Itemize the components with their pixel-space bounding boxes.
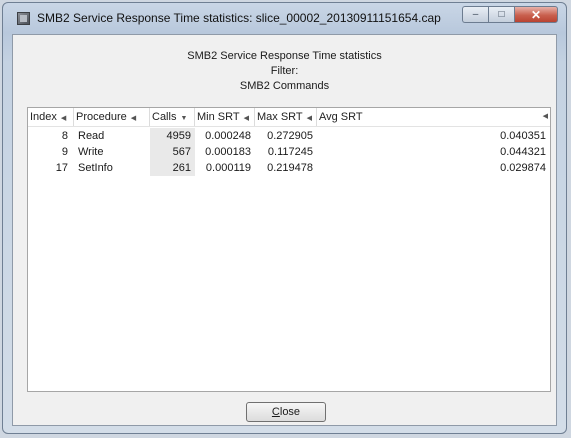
window-title: SMB2 Service Response Time statistics: s… [37, 11, 441, 25]
minimize-button[interactable]: – [462, 6, 488, 23]
close-button[interactable]: Close [246, 402, 326, 422]
table-row[interactable]: 17 SetInfo 261 0.000119 0.219478 0.02987… [28, 160, 550, 176]
table-header: Index ◀ Procedure ◀ Calls ▼ Min SRT ◀ Max SR… [28, 108, 550, 127]
stats-header: SMB2 Service Response Time statistics Fi… [13, 49, 556, 94]
column-header-max-srt[interactable]: Max SRT ◀ [255, 108, 317, 126]
filter-label: Filter: [270, 65, 299, 77]
cell-max-srt: 0.272905 [267, 130, 313, 142]
close-button-label: lose [279, 406, 301, 418]
table-row[interactable]: 8 Read 4959 0.000248 0.272905 0.040351 [28, 128, 550, 144]
sort-arrow-icon: ◀ [243, 115, 249, 122]
cell-index: 9 [61, 146, 68, 158]
cell-min-srt: 0.000119 [205, 162, 251, 174]
maximize-icon: □ [498, 9, 505, 20]
window-controls: – □ ✕ [462, 6, 558, 23]
cell-avg-srt: 0.029874 [500, 162, 546, 174]
cell-max-srt: 0.117245 [267, 146, 313, 158]
close-window-button[interactable]: ✕ [514, 6, 558, 23]
cell-avg-srt: 0.040351 [500, 130, 546, 142]
stats-title: SMB2 Service Response Time statistics [187, 50, 382, 62]
column-header-avg-srt[interactable]: Avg SRT ◀ [317, 108, 550, 126]
cell-calls: 261 [150, 160, 195, 176]
column-header-calls[interactable]: Calls ▼ [150, 108, 195, 126]
dialog-content: SMB2 Service Response Time statistics Fi… [12, 34, 557, 426]
sort-arrow-icon: ◀ [306, 115, 313, 122]
title-bar[interactable]: SMB2 Service Response Time statistics: s… [3, 3, 566, 33]
column-header-procedure[interactable]: Procedure ◀ [74, 108, 150, 126]
close-icon: ✕ [530, 7, 542, 22]
commands-label: SMB2 Commands [239, 80, 330, 92]
cell-procedure: Write [78, 146, 104, 158]
cell-avg-srt: 0.044321 [500, 146, 546, 158]
cell-procedure: SetInfo [78, 162, 113, 174]
cell-min-srt: 0.000183 [205, 146, 251, 158]
column-header-index[interactable]: Index ◀ [28, 108, 74, 126]
cell-calls: 4959 [150, 128, 195, 144]
close-button-mnemonic: C [271, 406, 280, 418]
sort-desc-icon: ▼ [180, 115, 188, 122]
cell-min-srt: 0.000248 [205, 130, 251, 142]
cell-max-srt: 0.219478 [267, 162, 313, 174]
sort-arrow-icon: ◀ [130, 115, 137, 122]
app-icon [17, 12, 30, 25]
srt-table[interactable]: Index ◀ Procedure ◀ Calls ▼ Min SRT ◀ Max SR… [27, 107, 551, 392]
minimize-icon: – [472, 9, 479, 20]
cell-index: 8 [61, 130, 68, 142]
cell-index: 17 [55, 162, 68, 174]
cell-procedure: Read [78, 130, 105, 142]
sort-arrow-icon: ◀ [60, 115, 67, 122]
dialog-window: SMB2 Service Response Time statistics: s… [2, 2, 567, 434]
maximize-button[interactable]: □ [488, 6, 514, 23]
cell-calls: 567 [150, 144, 195, 160]
column-header-min-srt[interactable]: Min SRT ◀ [195, 108, 255, 126]
table-row[interactable]: 9 Write 567 0.000183 0.117245 0.044321 [28, 144, 550, 160]
sort-arrow-icon: ◀ [542, 113, 548, 120]
